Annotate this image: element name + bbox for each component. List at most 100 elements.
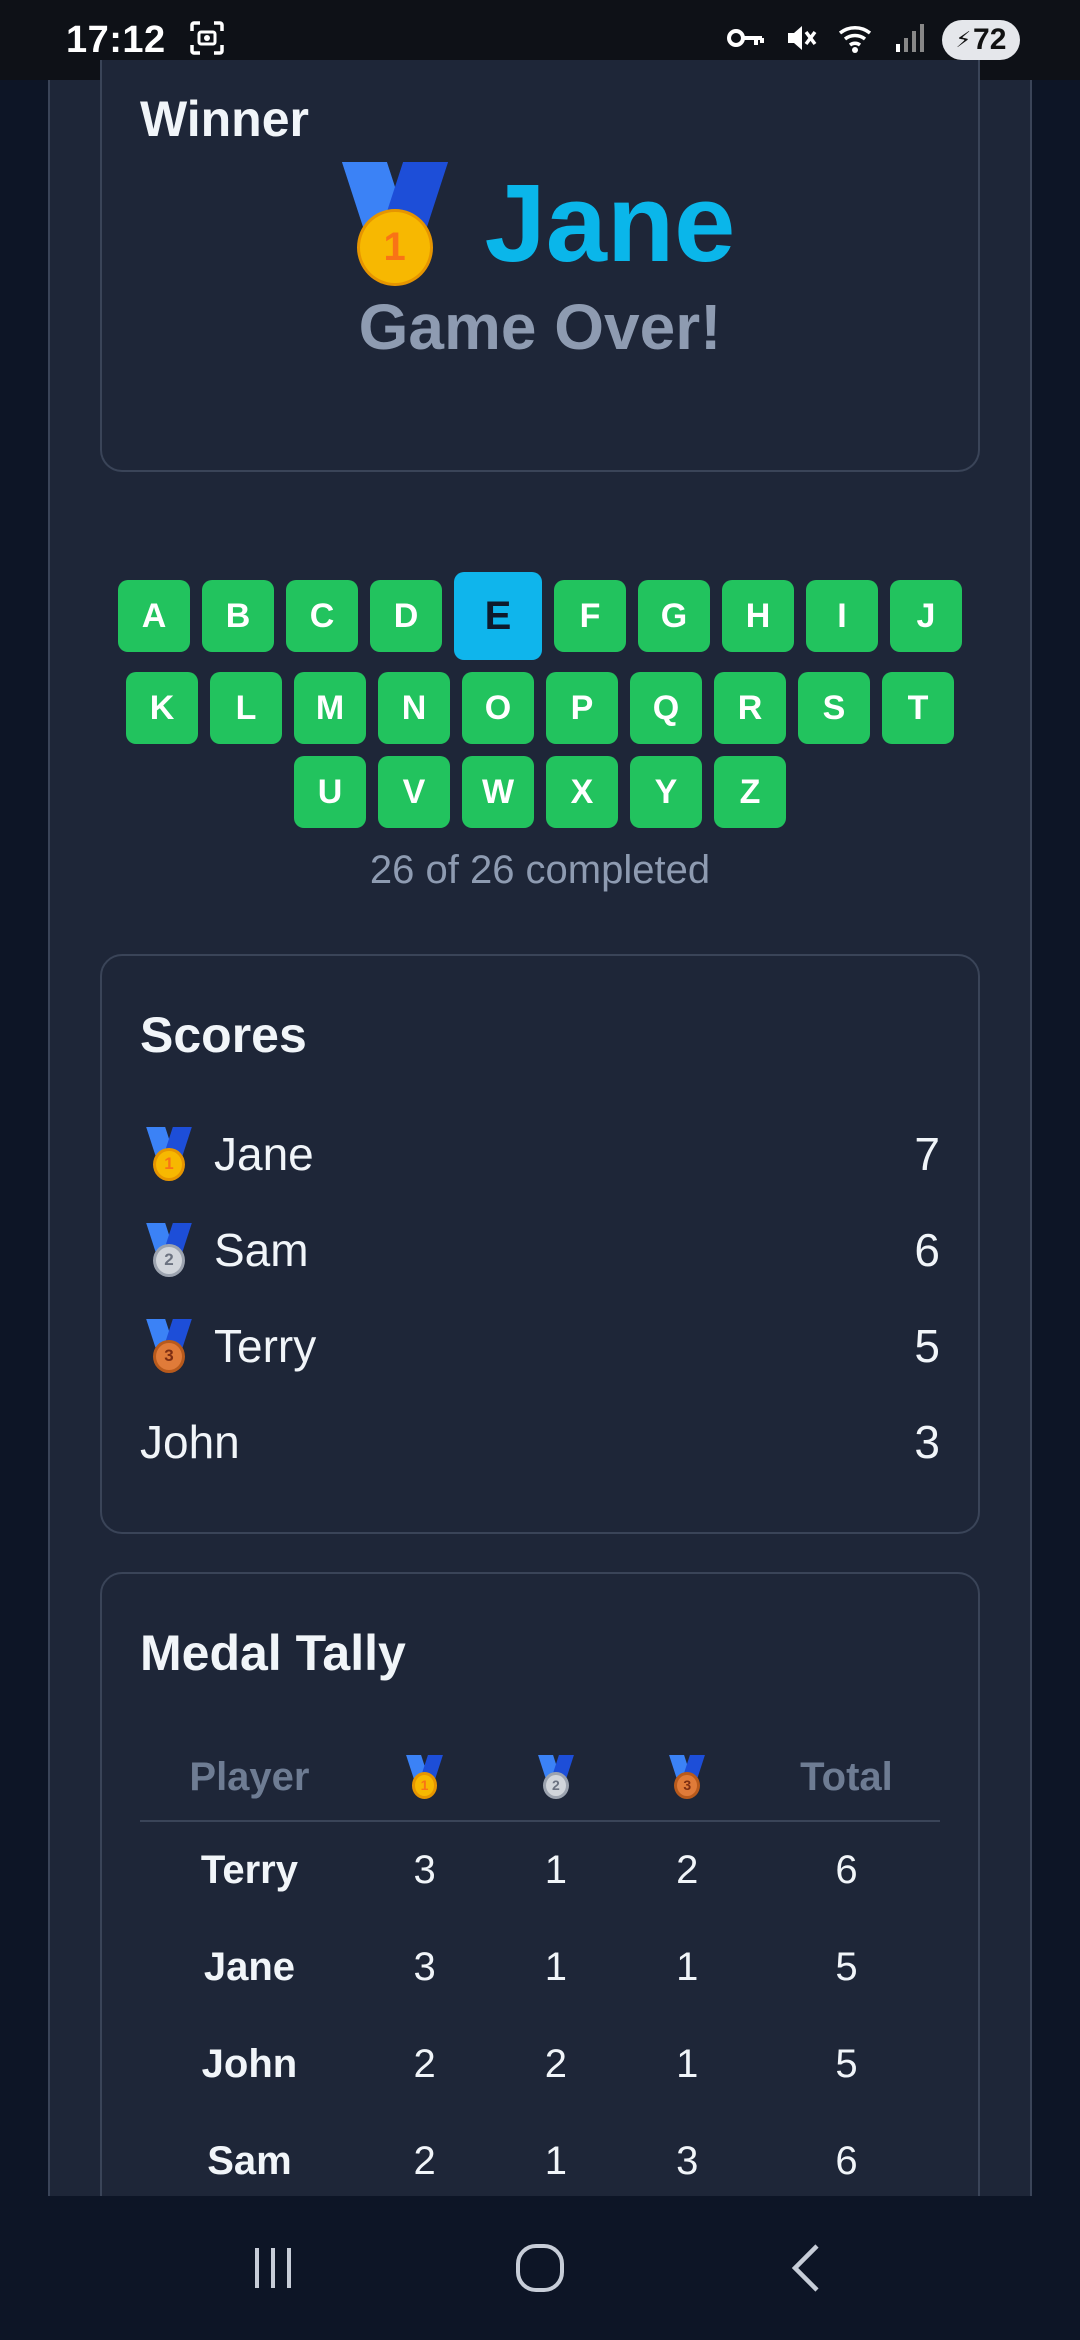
medal-tally-card: Medal Tally Player 1 2 3 Total Terry 3 1 <box>100 1572 980 2272</box>
player-score: 5 <box>914 1320 940 1372</box>
letter-tile[interactable]: Z <box>714 756 786 828</box>
game-panel: Winner 1 Jane Game Over! A B C D E F G H… <box>48 60 1032 2272</box>
table-row: John 2 2 1 5 <box>140 2016 940 2113</box>
letter-row: U V W X Y Z <box>50 756 1030 828</box>
winner-title: Winner <box>140 91 309 147</box>
letter-tile-active[interactable]: E <box>454 572 542 660</box>
letter-tile[interactable]: C <box>286 580 358 652</box>
letter-tile[interactable]: F <box>554 580 626 652</box>
letter-tile[interactable]: U <box>294 756 366 828</box>
medal-tally-table: Player 1 2 3 Total Terry 3 1 2 6 Jane 3 … <box>140 1734 940 2210</box>
letter-row: A B C D E F G H I J <box>50 572 1030 660</box>
silver-medal-icon: 2 <box>146 1223 192 1277</box>
letter-tile[interactable]: S <box>798 672 870 744</box>
scores-card: Scores 1 Jane 7 2 Sam 6 3 Terry 5 John 3 <box>100 954 980 1534</box>
recent-apps-icon <box>255 2248 292 2288</box>
tally-bronze: 1 <box>676 1945 699 1989</box>
battery-level: 72 <box>973 23 1007 56</box>
bronze-medal-icon: 3 <box>146 1319 192 1373</box>
header-total: Total <box>800 1754 893 1799</box>
tally-total: 5 <box>835 1945 858 1989</box>
tally-gold: 3 <box>413 1945 436 1989</box>
tally-gold: 2 <box>413 2139 436 2183</box>
tally-bronze: 1 <box>676 2042 699 2086</box>
tally-player: Jane <box>203 1945 296 1989</box>
back-icon <box>791 2244 819 2292</box>
header-player: Player <box>189 1754 310 1799</box>
score-row: John 3 <box>140 1402 940 1482</box>
clock: 17:12 <box>66 18 166 61</box>
player-name: John <box>140 1416 240 1468</box>
letter-tile[interactable]: B <box>202 580 274 652</box>
letter-tile[interactable]: A <box>118 580 190 652</box>
bronze-medal-icon: 3 <box>669 1755 706 1799</box>
player-name: Sam <box>214 1224 309 1276</box>
winner-name: Jane <box>484 162 736 285</box>
scores-title: Scores <box>140 1007 307 1063</box>
wifi-icon <box>836 21 876 60</box>
tally-player: Sam <box>207 2139 292 2183</box>
letter-tile[interactable]: L <box>210 672 282 744</box>
tally-silver: 1 <box>544 2139 568 2183</box>
tally-total: 6 <box>835 1848 858 1892</box>
letter-tile[interactable]: T <box>882 672 954 744</box>
letter-tile[interactable]: H <box>722 580 794 652</box>
letter-tile[interactable]: R <box>714 672 786 744</box>
score-row: 3 Terry 5 <box>140 1306 940 1386</box>
silver-medal-icon: 2 <box>537 1755 575 1799</box>
vpn-key-icon <box>726 23 766 58</box>
letter-tile[interactable]: X <box>546 756 618 828</box>
letter-tile[interactable]: I <box>806 580 878 652</box>
letter-tile[interactable]: Y <box>630 756 702 828</box>
mute-icon <box>784 21 818 60</box>
gold-medal-icon: 1 <box>406 1755 443 1799</box>
letter-row: K L M N O P Q R S T <box>50 672 1030 744</box>
tally-gold: 2 <box>413 2042 436 2086</box>
tally-player: John <box>201 2042 298 2086</box>
letter-tile[interactable]: P <box>546 672 618 744</box>
letter-tile[interactable]: W <box>462 756 534 828</box>
letter-tile[interactable]: K <box>126 672 198 744</box>
medal-tally-title: Medal Tally <box>140 1625 406 1681</box>
winner-card: Winner 1 Jane Game Over! <box>100 60 980 472</box>
home-button[interactable] <box>490 2218 590 2318</box>
gold-medal-icon: 1 <box>341 161 448 286</box>
player-score: 7 <box>914 1128 940 1180</box>
letter-tile[interactable]: M <box>294 672 366 744</box>
player-name: Terry <box>214 1320 317 1372</box>
score-row: 1 Jane 7 <box>140 1114 940 1194</box>
header-gold: 1 <box>359 1755 490 1799</box>
tally-silver: 1 <box>544 1945 568 1989</box>
letter-tile[interactable]: V <box>378 756 450 828</box>
tally-player: Terry <box>200 1848 298 1892</box>
header-bronze: 3 <box>622 1755 753 1799</box>
letter-tile[interactable]: N <box>378 672 450 744</box>
letter-grid: A B C D E F G H I J K L M N O P Q R S T … <box>50 572 1030 840</box>
tally-gold: 3 <box>413 1848 436 1892</box>
table-header: Player 1 2 3 Total <box>140 1734 940 1822</box>
tally-bronze: 2 <box>676 1848 699 1892</box>
letter-tile[interactable]: J <box>890 580 962 652</box>
tally-bronze: 3 <box>676 2139 699 2183</box>
player-score: 6 <box>914 1224 940 1276</box>
player-score: 3 <box>914 1416 940 1468</box>
winner-row: 1 Jane <box>102 160 978 287</box>
letter-tile[interactable]: O <box>462 672 534 744</box>
letter-tile[interactable]: G <box>638 580 710 652</box>
tally-total: 6 <box>835 2139 858 2183</box>
tally-silver: 1 <box>544 1848 568 1892</box>
tally-total: 5 <box>835 2042 858 2086</box>
tally-silver: 2 <box>544 2042 568 2086</box>
back-button[interactable] <box>757 2218 857 2318</box>
table-row: Terry 3 1 2 6 <box>140 1822 940 1919</box>
system-nav-bar <box>0 2196 1080 2340</box>
signal-icon <box>894 22 924 59</box>
player-name: Jane <box>214 1128 314 1180</box>
recent-apps-button[interactable] <box>223 2218 323 2318</box>
table-row: Jane 3 1 1 5 <box>140 1919 940 2016</box>
gold-medal-icon: 1 <box>146 1127 192 1181</box>
completed-count: 26 of 26 completed <box>369 848 711 892</box>
letter-tile[interactable]: Q <box>630 672 702 744</box>
game-over-text: Game Over! <box>358 291 722 363</box>
letter-tile[interactable]: D <box>370 580 442 652</box>
